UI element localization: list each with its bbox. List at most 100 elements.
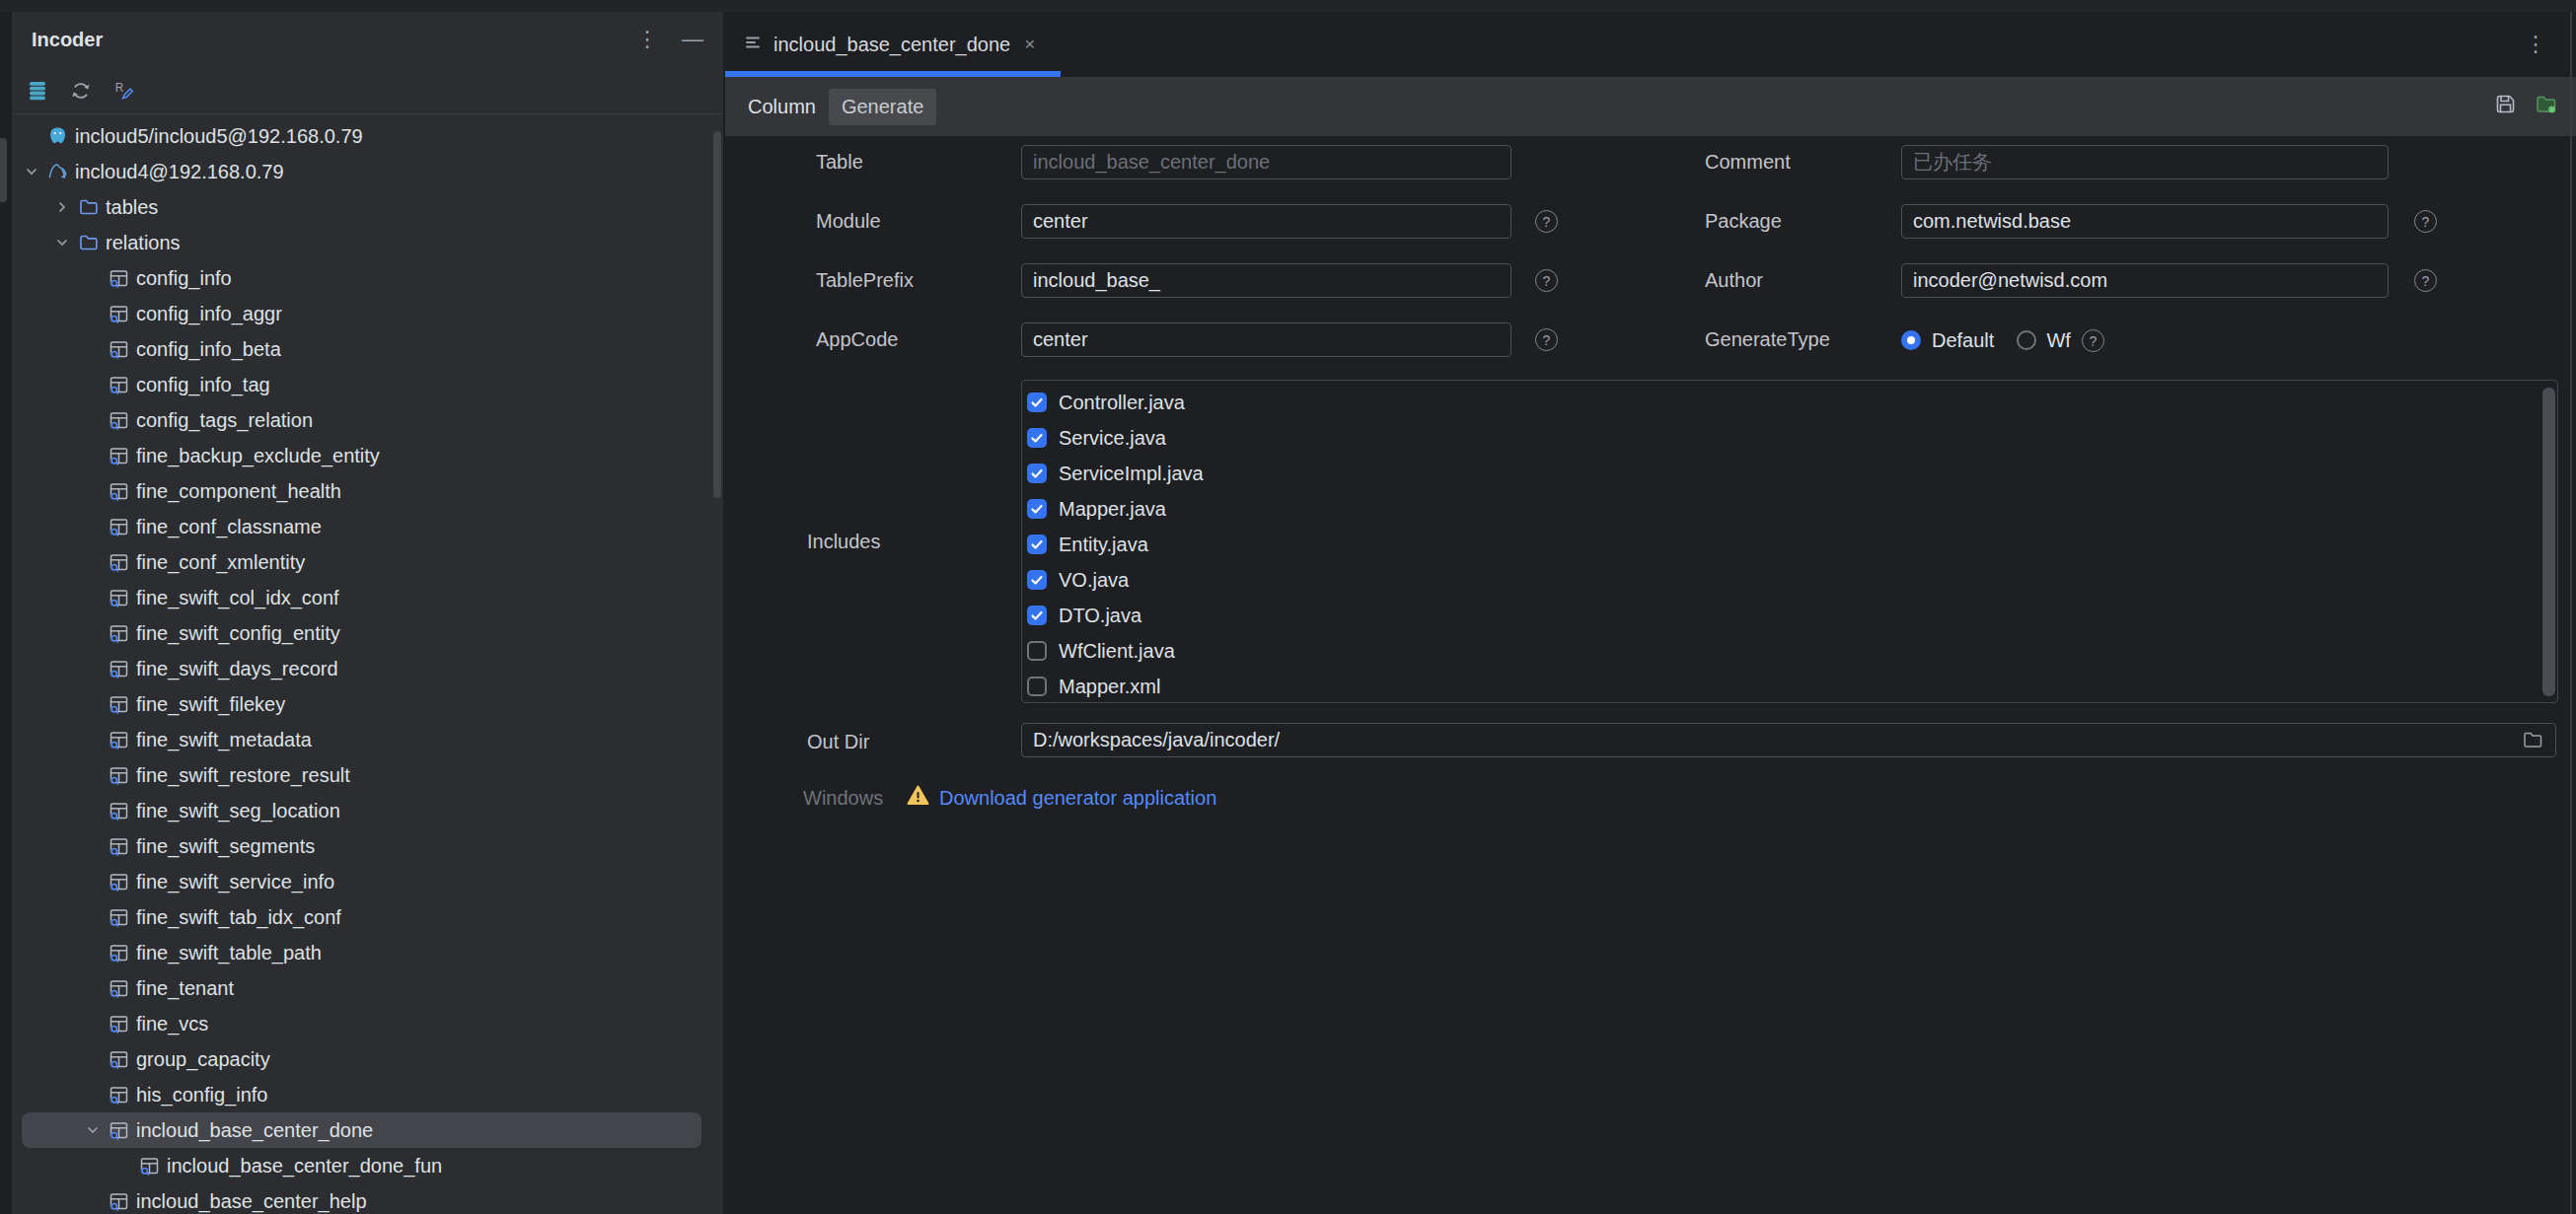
tool-window-minimize-icon[interactable]: — bbox=[682, 27, 703, 52]
tree-row[interactable]: config_info bbox=[12, 260, 723, 296]
comment-input[interactable]: 已办任务 bbox=[1901, 145, 2389, 179]
outdir-input[interactable]: D:/workspaces/java/incoder/ bbox=[1021, 723, 2556, 757]
tree-row[interactable]: his_config_info bbox=[12, 1077, 723, 1112]
tree-row[interactable]: fine_swift_tab_idx_conf bbox=[12, 899, 723, 935]
module-help-icon[interactable]: ? bbox=[1535, 210, 1558, 233]
tree-item-label: fine_backup_exclude_entity bbox=[136, 445, 380, 467]
tree-row[interactable]: fine_swift_filekey bbox=[12, 686, 723, 722]
tableprefix-input[interactable]: incloud_base_ bbox=[1021, 263, 1511, 298]
tree-row[interactable]: fine_vcs bbox=[12, 1006, 723, 1041]
checkbox[interactable] bbox=[1027, 428, 1047, 448]
author-help-icon[interactable]: ? bbox=[2414, 269, 2437, 292]
tree-row[interactable]: incloud4@192.168.0.79 bbox=[12, 154, 723, 189]
generated-folder-icon[interactable] bbox=[2536, 94, 2557, 120]
chevron-icon[interactable] bbox=[77, 1123, 109, 1137]
table-icon bbox=[109, 375, 129, 395]
module-input[interactable]: center bbox=[1021, 204, 1511, 239]
tree-item-label: incloud_base_center_done bbox=[136, 1119, 373, 1142]
author-label: Author bbox=[1705, 269, 1763, 292]
table-icon bbox=[109, 836, 129, 857]
mysql-icon bbox=[47, 162, 68, 182]
tab-title: incloud_base_center_done bbox=[773, 34, 1010, 56]
folder-icon bbox=[78, 233, 99, 253]
generatetype-help-icon[interactable]: ? bbox=[2082, 329, 2104, 352]
checkbox[interactable] bbox=[1027, 499, 1047, 519]
tree-row[interactable]: incloud5/incloud5@192.168.0.79 bbox=[12, 118, 723, 154]
tree-row[interactable]: fine_swift_config_entity bbox=[12, 615, 723, 651]
refresh-icon[interactable] bbox=[70, 80, 92, 102]
tableprefix-help-icon[interactable]: ? bbox=[1535, 269, 1558, 292]
database-icon[interactable] bbox=[27, 80, 48, 102]
tree-row[interactable]: config_info_beta bbox=[12, 331, 723, 367]
tab-generate[interactable]: Generate bbox=[829, 89, 936, 125]
include-option-label: WfClient.java bbox=[1059, 640, 1175, 663]
tree-row[interactable]: fine_conf_classname bbox=[12, 509, 723, 544]
chevron-icon[interactable] bbox=[46, 236, 78, 250]
tree-row[interactable]: tables bbox=[12, 189, 723, 225]
editor-nav-bar: Column Generate bbox=[725, 77, 2576, 136]
tree-row[interactable]: fine_swift_service_info bbox=[12, 864, 723, 899]
tree-row[interactable]: fine_swift_table_path bbox=[12, 935, 723, 970]
table-icon bbox=[109, 872, 129, 893]
tree-row[interactable]: config_info_tag bbox=[12, 367, 723, 402]
tree-item-label: fine_swift_segments bbox=[136, 835, 315, 858]
tree-row[interactable]: relations bbox=[12, 225, 723, 260]
tree-item-label: fine_swift_config_entity bbox=[136, 622, 340, 645]
tree-row[interactable]: incloud_base_center_done bbox=[22, 1112, 701, 1148]
table-icon bbox=[109, 339, 129, 360]
browse-folder-icon[interactable] bbox=[2523, 730, 2543, 755]
appcode-input[interactable]: center bbox=[1021, 322, 1511, 357]
tree-row[interactable]: fine_swift_segments bbox=[12, 828, 723, 864]
tree-row[interactable]: fine_component_health bbox=[12, 473, 723, 509]
rename-icon[interactable]: R bbox=[113, 80, 135, 102]
tree-row[interactable]: fine_swift_seg_location bbox=[12, 793, 723, 828]
tree-item-label: incloud4@192.168.0.79 bbox=[75, 161, 284, 183]
checkbox[interactable] bbox=[1027, 393, 1047, 412]
table-icon bbox=[109, 552, 129, 573]
package-help-icon[interactable]: ? bbox=[2414, 210, 2437, 233]
tool-window-options-icon[interactable]: ⋮ bbox=[636, 29, 658, 50]
tree-row[interactable]: group_capacity bbox=[12, 1041, 723, 1077]
table-input[interactable]: incloud_base_center_done bbox=[1021, 145, 1511, 179]
chevron-icon[interactable] bbox=[46, 200, 78, 214]
table-icon bbox=[109, 446, 129, 466]
tree-row[interactable]: config_info_aggr bbox=[12, 296, 723, 331]
radio-wf[interactable] bbox=[2017, 330, 2036, 350]
checkbox[interactable] bbox=[1027, 677, 1047, 696]
download-generator-link[interactable]: Download generator application bbox=[939, 787, 1216, 810]
tab-incloud-base-center-done[interactable]: incloud_base_center_done × bbox=[725, 12, 1061, 77]
stripe-button[interactable] bbox=[0, 138, 7, 202]
table-icon bbox=[109, 1191, 129, 1212]
tree-row[interactable]: incloud_base_center_done_fun bbox=[12, 1148, 723, 1183]
checkbox[interactable] bbox=[1027, 464, 1047, 483]
table-icon bbox=[109, 588, 129, 608]
table-label: Table bbox=[816, 151, 863, 174]
radio-default[interactable] bbox=[1901, 330, 1921, 350]
tree-row[interactable]: fine_swift_col_idx_conf bbox=[12, 580, 723, 615]
tree-row[interactable]: fine_conf_xmlentity bbox=[12, 544, 723, 580]
chevron-icon[interactable] bbox=[16, 165, 47, 179]
tree-scrollbar[interactable] bbox=[713, 131, 721, 498]
tool-window-stripe bbox=[0, 12, 12, 1214]
checkbox[interactable] bbox=[1027, 570, 1047, 590]
editor-options-icon[interactable]: ⋮ bbox=[2525, 12, 2546, 77]
includes-scrollbar[interactable] bbox=[2542, 388, 2555, 696]
tree-row[interactable]: fine_backup_exclude_entity bbox=[12, 438, 723, 473]
checkbox[interactable] bbox=[1027, 535, 1047, 554]
tree-row[interactable]: fine_swift_days_record bbox=[12, 651, 723, 686]
tree-row[interactable]: incloud_base_center_help bbox=[12, 1183, 723, 1214]
checkbox[interactable] bbox=[1027, 606, 1047, 625]
tree-item-label: fine_conf_xmlentity bbox=[136, 551, 305, 574]
tab-column[interactable]: Column bbox=[748, 96, 816, 118]
tab-close-icon[interactable]: × bbox=[1024, 34, 1035, 55]
include-option: Mapper.xml bbox=[1027, 669, 2557, 704]
appcode-help-icon[interactable]: ? bbox=[1535, 328, 1558, 351]
tree-row[interactable]: fine_swift_metadata bbox=[12, 722, 723, 757]
tree-row[interactable]: config_tags_relation bbox=[12, 402, 723, 438]
save-icon[interactable] bbox=[2495, 94, 2516, 119]
package-input[interactable]: com.netwisd.base bbox=[1901, 204, 2389, 239]
checkbox[interactable] bbox=[1027, 641, 1047, 661]
tree-row[interactable]: fine_swift_restore_result bbox=[12, 757, 723, 793]
tree-row[interactable]: fine_tenant bbox=[12, 970, 723, 1006]
author-input[interactable]: incoder@netwisd.com bbox=[1901, 263, 2389, 298]
